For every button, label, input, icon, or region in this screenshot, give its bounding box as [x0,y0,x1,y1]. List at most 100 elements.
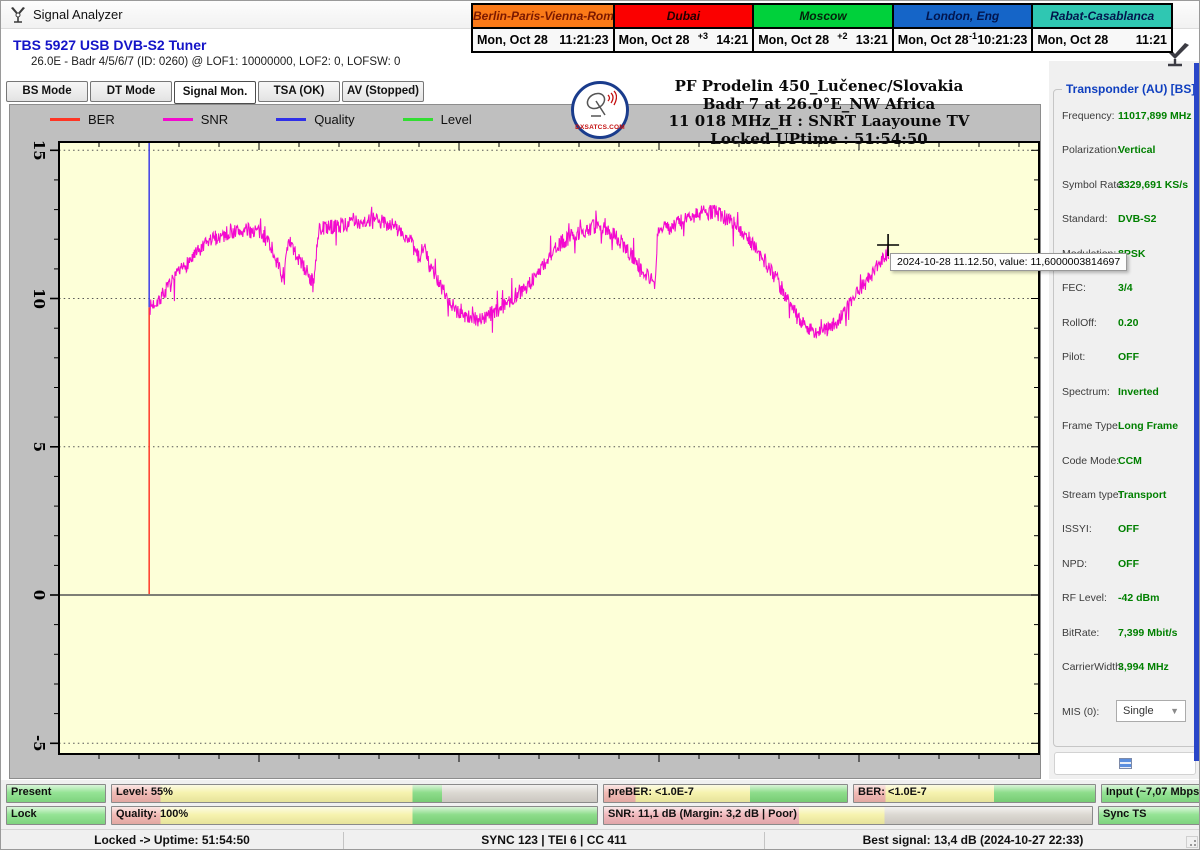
clock-city-4: Rabat-Casablanca [1031,5,1171,27]
legend-quality-label: Quality [314,112,354,127]
transponder-row-label: Symbol Rate: [1062,179,1125,191]
transponder-row-label: Code Mode: [1062,455,1119,467]
meter-lock: Lock [6,806,106,825]
transponder-row: ISSYI:OFF [1054,523,1196,539]
resize-grip[interactable] [1186,836,1198,848]
y-axis-label-5: 5 [30,442,48,452]
tab-signal-mon[interactable]: Signal Mon. [174,81,256,104]
transponder-row: Standard: DVB-S2 [1054,213,1196,229]
right-edge-accent [1194,63,1199,761]
transponder-title: Transponder (AU) [BS] [1062,82,1199,96]
tab-av[interactable]: AV (Stopped) [342,81,424,102]
y-axis-label-10: 10 [30,288,48,309]
transponder-row-label: Frequency: [1062,110,1115,122]
logo-text: DXSATCS.COM [574,124,626,131]
chart-tooltip: 2024-10-28 11.12.50, value: 11,600000381… [890,253,1127,271]
transponder-row: Pilot:OFF [1054,351,1196,367]
transponder-row: BitRate:7,399 Mbit/s [1054,627,1196,643]
legend-quality-line [276,118,306,121]
clock-date: Mon, Oct 28 [619,33,690,47]
mode-tabs: BS Mode DT Mode Signal Mon. TSA (OK) AV … [6,81,424,104]
y-axis-label--5: -5 [30,735,48,752]
clock-time: 11:21 [1136,33,1167,47]
legend-snr-label: SNR [201,112,228,127]
meter-label: SNR: 11,1 dB (Margin: 3,2 dB | Poor) [608,808,797,820]
transponder-row-value: 3,994 MHz [1118,661,1169,673]
clock-time: 14:21 [716,33,748,47]
app-antenna-icon [9,6,27,24]
legend-level-line [403,118,433,121]
meter-gloss [112,785,597,802]
annotation-line-2: Badr 7 at 26.0°E_NW Africa [619,96,1019,114]
signal-analyzer-window: Signal Analyzer Berlin-Paris-Vienna-Roma… [0,0,1200,850]
meter-label: Quality: 100% [116,808,188,820]
clock-city-1: Dubai [613,5,753,27]
tab-tsa[interactable]: TSA (OK) [258,81,340,102]
clock-city-3: London, Eng [892,5,1032,27]
signal-chart[interactable]: 151050-5 [10,105,1040,778]
status-uptime: Locked -> Uptime: 51:54:50 [1,830,343,850]
transponder-row-label: Frame Type: [1062,420,1121,432]
chevron-down-icon: ▼ [1170,706,1179,716]
transponder-row: Stream type:Transport [1054,489,1196,505]
dxsatcs-logo: DXSATCS.COM [571,81,629,139]
clock-time-3: Mon, Oct 28-110:21:23 [892,29,1032,51]
clock-utc-offset: +3 [689,31,716,41]
legend-snr-line [163,118,193,121]
transponder-row: Frame Type:Long Frame [1054,420,1196,436]
legend-ber-label: BER [88,112,115,127]
annotation-line-1: PF Prodelin 450_Lučenec/Slovakia [619,78,1019,96]
y-axis-label-15: 15 [30,140,48,161]
transponder-row-value: 0.20 [1118,317,1138,329]
meter-level: Level: 55% [111,784,598,803]
tab-bs-mode[interactable]: BS Mode [6,81,88,102]
clock-time-2: Mon, Oct 28+213:21 [752,29,892,51]
transponder-panel: Transponder (AU) [BS] Frequency:11017,89… [1049,61,1199,779]
meter-preber: preBER: <1.0E-7 [603,784,848,803]
clock-time: 10:21:23 [977,33,1027,47]
transponder-row-value: 11017,899 MHz [1118,110,1192,122]
clock-time: 11:21:23 [559,33,608,47]
status-bar: Locked -> Uptime: 51:54:50 SYNC 123 | TE… [1,829,1200,850]
transponder-row: RF Level:-42 dBm [1054,592,1196,608]
mis-label: MIS (0): [1062,706,1099,718]
transponder-row-label: BitRate: [1062,627,1099,639]
transponder-row: CarrierWidth:3,994 MHz [1054,661,1196,677]
meter-label: BER: <1.0E-7 [858,786,927,798]
clock-time-0: Mon, Oct 2811:21:23 [473,29,613,51]
transponder-row-value: DVB-S2 [1118,213,1157,225]
transponder-row-value: OFF [1118,558,1139,570]
clock-utc-offset: +2 [829,31,856,41]
transponder-row-value: OFF [1118,523,1139,535]
transponder-row-label: Standard: [1062,213,1108,225]
transponder-row-value: CCM [1118,455,1142,467]
clock-time-1: Mon, Oct 28+314:21 [613,29,753,51]
tuner-title: TBS 5927 USB DVB-S2 Tuner [13,37,206,53]
site-annotation: PF Prodelin 450_Lučenec/Slovakia Badr 7 … [619,78,1019,148]
transponder-row-label: RF Level: [1062,592,1107,604]
meter-ber: BER: <1.0E-7 [853,784,1096,803]
meter-present: Present [6,784,106,803]
transponder-row-value: Inverted [1118,386,1159,398]
clock-utc-offset: -1 [969,31,978,41]
legend-ber-line [50,118,80,121]
transponder-row-value: 3/4 [1118,282,1133,294]
world-clocks: Berlin-Paris-Vienna-RomaDubaiMoscowLondo… [471,3,1173,53]
meter-label: Lock [11,808,37,820]
meter-sync-ts: Sync TS [1098,806,1200,825]
ts-tool-button[interactable] [1054,752,1196,775]
chart-panel: BER SNR Quality Level 151050-5 [9,104,1041,779]
tab-dt-mode[interactable]: DT Mode [90,81,172,102]
status-best-signal: Best signal: 13,4 dB (2024-10-27 22:33) [765,830,1181,850]
mis-dropdown[interactable]: Single ▼ [1116,700,1186,722]
transponder-row-label: NPD: [1062,558,1087,570]
window-title: Signal Analyzer [33,7,123,22]
transponder-row-value: Transport [1118,489,1166,501]
transponder-row: Code Mode:CCM [1054,455,1196,471]
annotation-line-3: 11 018 MHz_H : SNRT Laayoune TV [619,113,1019,131]
transponder-row: FEC:3/4 [1054,282,1196,298]
meter-quality: Quality: 100% [111,806,598,825]
meter-label: preBER: <1.0E-7 [608,786,694,798]
clock-city-2: Moscow [752,5,892,27]
transponder-row-label: Polarization: [1062,144,1120,156]
